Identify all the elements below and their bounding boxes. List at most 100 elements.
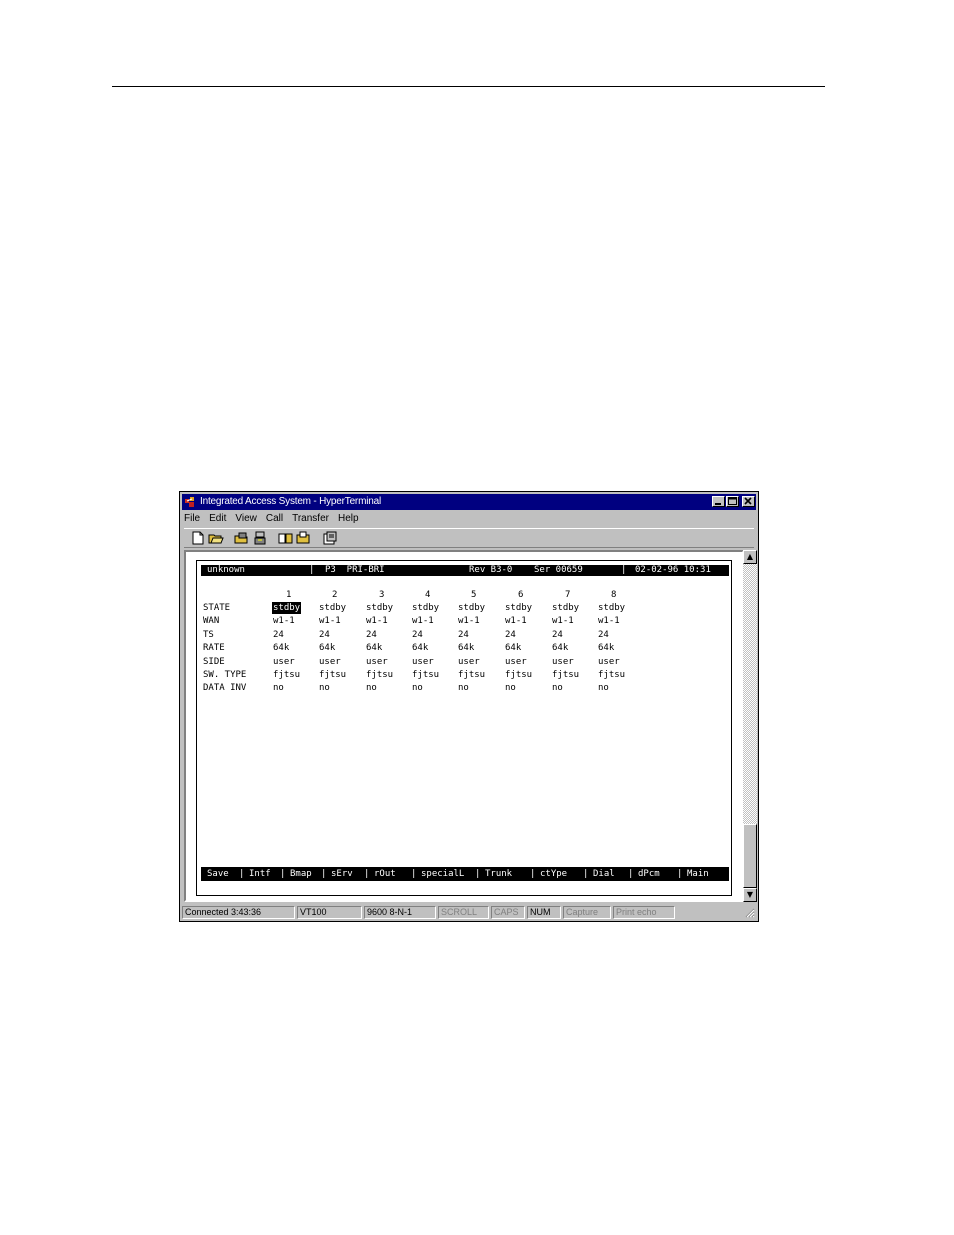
field-value[interactable]: 24 <box>505 629 516 641</box>
field-value[interactable]: user <box>412 656 434 668</box>
connect-icon[interactable] <box>234 531 250 545</box>
field-value[interactable]: 64k <box>412 642 428 654</box>
field-value[interactable]: 24 <box>273 629 284 641</box>
field-value[interactable]: w1-1 <box>598 615 620 627</box>
field-value[interactable]: 64k <box>458 642 474 654</box>
scroll-down-icon[interactable]: ▼ <box>743 888 757 902</box>
field-value[interactable]: fjtsu <box>552 669 579 681</box>
command-separator: | <box>321 869 327 879</box>
field-value[interactable]: user <box>598 656 620 668</box>
vertical-scrollbar[interactable]: ▲ ▼ <box>743 550 757 902</box>
field-value[interactable]: no <box>366 682 377 694</box>
field-value[interactable]: w1-1 <box>458 615 480 627</box>
column-header: 3 <box>379 590 385 600</box>
field-value[interactable]: 64k <box>598 642 614 654</box>
field-value[interactable]: fjtsu <box>366 669 393 681</box>
field-value[interactable]: fjtsu <box>273 669 300 681</box>
menu-file[interactable]: File <box>184 512 200 526</box>
command-main[interactable]: Main <box>687 867 709 881</box>
open-icon[interactable] <box>208 531 224 545</box>
new-icon[interactable] <box>190 531 206 545</box>
field-value[interactable]: w1-1 <box>552 615 574 627</box>
scroll-thumb[interactable] <box>743 824 757 888</box>
command-ctype[interactable]: ctYpe <box>540 867 567 881</box>
field-value[interactable]: stdby <box>458 602 485 614</box>
command-rout[interactable]: rOut <box>374 867 396 881</box>
title-bar[interactable]: Integrated Access System - HyperTerminal <box>182 494 756 510</box>
field-value[interactable]: 64k <box>319 642 335 654</box>
properties-icon[interactable] <box>322 531 338 545</box>
resize-grip-icon[interactable] <box>745 908 755 918</box>
selected-field[interactable]: stdby <box>272 602 302 614</box>
command-speciall[interactable]: specialL <box>421 867 464 881</box>
menu-help[interactable]: Help <box>338 512 359 526</box>
field-value[interactable]: user <box>458 656 480 668</box>
menu-edit[interactable]: Edit <box>209 512 226 526</box>
field-value[interactable]: no <box>273 682 284 694</box>
command-save[interactable]: Save <box>207 867 229 881</box>
scroll-track[interactable] <box>743 564 757 824</box>
field-value[interactable]: fjtsu <box>319 669 346 681</box>
field-value[interactable]: stdby <box>552 602 579 614</box>
field-value[interactable]: 24 <box>552 629 563 641</box>
field-value[interactable]: fjtsu <box>598 669 625 681</box>
field-value[interactable]: stdby <box>598 602 625 614</box>
header-module: P3 PRI-BRI <box>325 565 385 575</box>
command-dial[interactable]: Dial <box>593 867 615 881</box>
menu-view[interactable]: View <box>235 512 257 526</box>
command-bmap[interactable]: Bmap <box>290 867 312 881</box>
command-trunk[interactable]: Trunk <box>485 867 512 881</box>
field-value[interactable]: fjtsu <box>412 669 439 681</box>
status-caps: CAPS <box>491 906 525 919</box>
field-value[interactable]: no <box>458 682 469 694</box>
menu-call[interactable]: Call <box>266 512 283 526</box>
scroll-up-icon[interactable]: ▲ <box>743 550 757 564</box>
disconnect-icon[interactable] <box>252 531 268 545</box>
field-value[interactable]: no <box>552 682 563 694</box>
field-value[interactable]: no <box>505 682 516 694</box>
field-value[interactable]: 24 <box>366 629 377 641</box>
field-value[interactable]: 24 <box>412 629 423 641</box>
command-bar: Save | Intf | Bmap | sErv | rOut | specialL | Trunk |… <box>201 867 729 881</box>
send-icon[interactable] <box>278 531 294 545</box>
field-value[interactable]: user <box>366 656 388 668</box>
field-value[interactable]: stdby <box>505 602 532 614</box>
maximize-icon[interactable] <box>726 496 739 507</box>
command-intf[interactable]: Intf <box>249 867 271 881</box>
field-value[interactable]: w1-1 <box>505 615 527 627</box>
hyperterminal-app-icon[interactable] <box>184 496 196 508</box>
field-value[interactable]: w1-1 <box>319 615 341 627</box>
field-value[interactable]: w1-1 <box>412 615 434 627</box>
row-label: TS <box>203 629 214 640</box>
field-value[interactable]: 64k <box>505 642 521 654</box>
terminal-screen[interactable]: unknown | P3 PRI-BRI Rev B3-0 Ser 00659 … <box>196 560 732 896</box>
command-separator: | <box>583 869 589 879</box>
field-value[interactable]: 24 <box>458 629 469 641</box>
field-value[interactable]: 64k <box>366 642 382 654</box>
field-value[interactable]: 24 <box>319 629 330 641</box>
command-separator: | <box>530 869 536 879</box>
command-dpcm[interactable]: dPcm <box>638 867 660 881</box>
field-value[interactable]: 64k <box>552 642 568 654</box>
field-value[interactable]: 24 <box>598 629 609 641</box>
field-value[interactable]: no <box>412 682 423 694</box>
field-value[interactable]: fjtsu <box>458 669 485 681</box>
field-value[interactable]: user <box>273 656 295 668</box>
field-value[interactable]: 64k <box>273 642 289 654</box>
field-value[interactable]: fjtsu <box>505 669 532 681</box>
command-serv[interactable]: sErv <box>331 867 353 881</box>
field-value[interactable]: stdby <box>319 602 346 614</box>
field-value[interactable]: no <box>319 682 330 694</box>
field-value[interactable]: stdby <box>366 602 393 614</box>
field-value[interactable]: stdby <box>412 602 439 614</box>
field-value[interactable]: user <box>319 656 341 668</box>
field-value[interactable]: no <box>598 682 609 694</box>
field-value[interactable]: w1-1 <box>273 615 295 627</box>
close-icon[interactable] <box>742 496 755 507</box>
field-value[interactable]: user <box>505 656 527 668</box>
field-value[interactable]: w1-1 <box>366 615 388 627</box>
minimize-icon[interactable] <box>712 496 725 507</box>
receive-icon[interactable] <box>296 531 312 545</box>
menu-transfer[interactable]: Transfer <box>292 512 329 526</box>
field-value[interactable]: user <box>552 656 574 668</box>
